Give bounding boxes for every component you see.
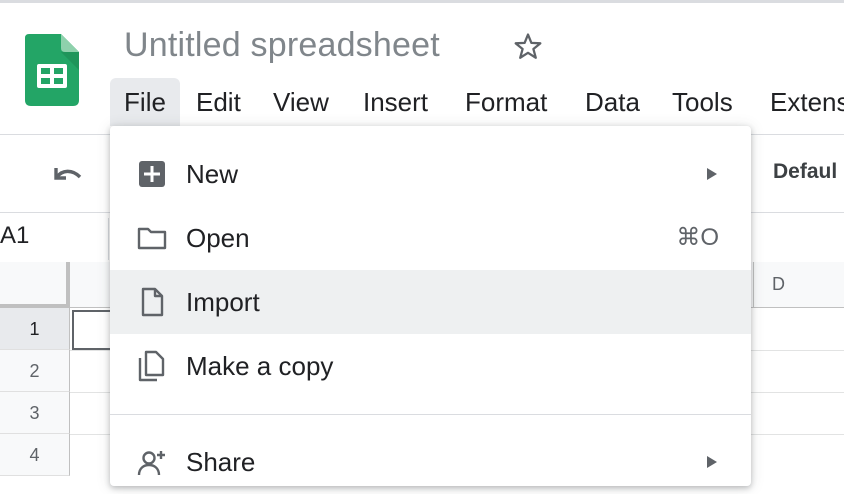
copy-icon: [136, 350, 168, 382]
undo-icon[interactable]: [50, 160, 86, 190]
font-selector[interactable]: Defaul: [773, 160, 837, 184]
file-menu-dropdown: New Open ⌘O Import Make a copy Share: [110, 126, 751, 486]
selected-cell-a1[interactable]: [72, 310, 112, 350]
menu-format[interactable]: Format: [465, 78, 547, 126]
name-box[interactable]: A1: [0, 222, 29, 250]
menu-data[interactable]: Data: [585, 78, 640, 126]
menu-edit[interactable]: Edit: [196, 78, 241, 126]
row-header-2[interactable]: 2: [0, 350, 70, 392]
menu-tools[interactable]: Tools: [672, 78, 733, 126]
new-sheet-icon: [136, 158, 168, 190]
file-menu-item-open[interactable]: Open ⌘O: [110, 206, 751, 270]
file-menu-item-share[interactable]: Share: [110, 430, 751, 494]
select-all-corner[interactable]: [0, 262, 70, 308]
menu-separator: [110, 414, 751, 415]
top-border: [0, 0, 844, 3]
file-menu-item-new[interactable]: New: [110, 142, 751, 206]
file-menu-label-make-a-copy: Make a copy: [186, 351, 334, 381]
folder-icon: [136, 222, 168, 254]
menu-bar: File Edit View Insert Format Data Tools …: [110, 78, 844, 126]
row-header-1[interactable]: 1: [0, 308, 70, 350]
submenu-arrow-icon: [705, 166, 719, 182]
menu-extensions[interactable]: Extens: [770, 78, 844, 126]
file-menu-item-import[interactable]: Import: [110, 270, 751, 334]
menu-file[interactable]: File: [110, 78, 180, 126]
share-person-icon: [136, 446, 168, 478]
row-header-3[interactable]: 3: [0, 392, 70, 434]
name-box-divider: [108, 218, 109, 260]
file-menu-label-import: Import: [186, 287, 260, 317]
star-icon[interactable]: [511, 30, 545, 64]
sheets-logo-icon[interactable]: [25, 34, 79, 106]
file-menu-item-make-a-copy[interactable]: Make a copy: [110, 334, 751, 398]
file-menu-label-open: Open: [186, 223, 250, 253]
row-header-4[interactable]: 4: [0, 434, 70, 476]
menu-insert[interactable]: Insert: [363, 78, 428, 126]
column-separator: [753, 262, 754, 308]
file-menu-label-share: Share: [186, 447, 256, 477]
column-header-d[interactable]: D: [772, 274, 785, 295]
submenu-arrow-icon: [705, 454, 719, 470]
file-icon: [136, 286, 168, 318]
document-title[interactable]: Untitled spreadsheet: [124, 26, 440, 65]
file-menu-label-new: New: [186, 159, 239, 189]
open-shortcut: ⌘O: [676, 224, 719, 251]
menu-view[interactable]: View: [273, 78, 329, 126]
